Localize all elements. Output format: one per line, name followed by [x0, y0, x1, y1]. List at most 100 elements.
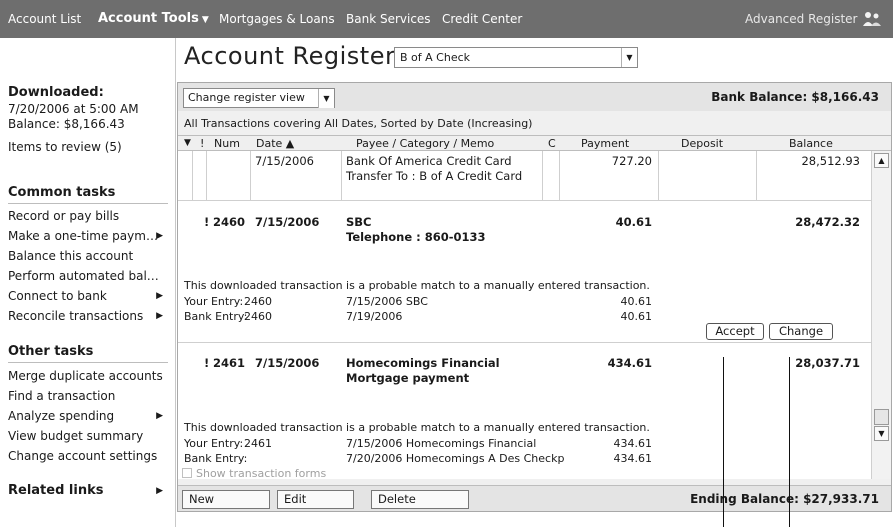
your-entry-amount: 40.61	[620, 295, 653, 308]
match-note: This downloaded transaction is a probabl…	[184, 421, 650, 434]
items-to-review-link[interactable]: Items to review (5)	[8, 140, 122, 154]
chevron-down-icon[interactable]: ▼	[621, 48, 637, 67]
bank-entry-desc: 7/19/2006	[346, 310, 403, 323]
account-select-value: B of A Check	[400, 51, 471, 64]
row-divider	[178, 200, 871, 201]
other-tasks-divider	[8, 362, 168, 363]
col-cleared[interactable]: C	[548, 137, 556, 150]
menu-credit-center[interactable]: Credit Center	[442, 12, 522, 26]
submenu-arrow-icon: ▶	[156, 311, 163, 321]
scroll-thumb[interactable]	[874, 409, 889, 425]
checkbox-icon[interactable]	[182, 468, 192, 478]
filter-description: All Transactions covering All Dates, Sor…	[184, 117, 533, 130]
advanced-register-link[interactable]: Advanced Register	[745, 12, 858, 26]
show-transaction-forms-label: Show transaction forms	[196, 467, 327, 480]
your-entry-desc: 7/15/2006 Homecomings Financial	[346, 437, 537, 450]
top-menu-bar: Account List Account Tools ▼ Mortgages & …	[0, 0, 893, 38]
task-connect-to-bank[interactable]: Connect to bank	[8, 289, 107, 303]
col-num[interactable]: Num	[214, 137, 240, 150]
txn-alert-icon: !	[204, 356, 210, 370]
new-button[interactable]: New	[182, 490, 270, 509]
register-panel: Change register view ▼ Bank Balance: $8,…	[177, 82, 892, 512]
account-select[interactable]: B of A Check ▼	[394, 47, 638, 68]
edit-button[interactable]: Edit	[277, 490, 354, 509]
delete-button[interactable]: Delete	[371, 490, 469, 509]
change-button[interactable]: Change	[769, 323, 833, 340]
col-payment[interactable]: Payment	[581, 137, 629, 150]
bank-entry-amount: 434.61	[613, 452, 653, 465]
txn-payee: Homecomings Financial	[346, 356, 500, 370]
bank-entry-label: Bank Entry:	[184, 310, 248, 323]
bank-balance: Bank Balance: $8,166.43	[711, 90, 879, 104]
task-automated-balance[interactable]: Perform automated bal…	[8, 269, 159, 283]
task-find-transaction[interactable]: Find a transaction	[8, 389, 115, 403]
txn-category: Telephone : 860-0133	[346, 230, 486, 244]
col-date[interactable]: Date ▲	[256, 137, 294, 150]
col-balance[interactable]: Balance	[789, 137, 833, 150]
txn-balance: 28,472.32	[795, 215, 860, 229]
callout-line-accept	[723, 357, 724, 527]
sidebar: Downloaded: 7/20/2006 at 5:00 AM Balance…	[0, 38, 176, 527]
menu-account-tools[interactable]: Account Tools ▼	[98, 11, 209, 26]
txn-payee: Bank Of America Credit Card	[346, 154, 512, 168]
cell-divider	[559, 151, 560, 200]
flag-column-icon[interactable]: ▼	[184, 138, 191, 148]
downloaded-balance: Balance: $8,166.43	[8, 117, 125, 131]
register-toolbar: Change register view ▼ Bank Balance: $8,…	[178, 83, 891, 111]
register-footer: New Edit Delete Ending Balance: $27,933.…	[178, 485, 891, 511]
task-merge-duplicates[interactable]: Merge duplicate accounts	[8, 369, 163, 383]
cell-divider	[756, 151, 757, 200]
task-reconcile[interactable]: Reconcile transactions	[8, 309, 143, 323]
view-select-value: Change register view	[188, 91, 305, 104]
related-links-heading[interactable]: Related links	[8, 483, 103, 498]
txn-date: 7/15/2006	[255, 154, 314, 168]
task-view-budget[interactable]: View budget summary	[8, 429, 143, 443]
cell-divider	[542, 151, 543, 200]
txn-payment: 727.20	[611, 154, 652, 168]
scroll-down-icon[interactable]: ▼	[874, 426, 889, 441]
advanced-register-icon[interactable]	[861, 9, 883, 29]
txn-balance: 28,037.71	[795, 356, 860, 370]
menu-account-tools-label: Account Tools	[98, 11, 199, 26]
show-transaction-forms-checkbox[interactable]: Show transaction forms	[182, 467, 326, 480]
txn-category: Transfer To : B of A Credit Card	[346, 169, 523, 183]
scroll-up-icon[interactable]: ▲	[874, 153, 889, 168]
submenu-arrow-icon: ▶	[156, 291, 163, 301]
txn-num: 2460	[213, 215, 246, 229]
cell-divider	[192, 151, 193, 200]
menu-account-list[interactable]: Account List	[8, 12, 81, 26]
task-balance-account[interactable]: Balance this account	[8, 249, 133, 263]
bank-entry-amount: 40.61	[620, 310, 653, 323]
view-select[interactable]: Change register view ▼	[183, 88, 335, 108]
txn-category: Mortgage payment	[346, 371, 470, 385]
common-tasks-heading: Common tasks	[8, 185, 116, 200]
txn-balance: 28,512.93	[801, 154, 860, 168]
ending-balance: Ending Balance: $27,933.71	[690, 492, 879, 506]
your-entry-desc: 7/15/2006 SBC	[346, 295, 428, 308]
cell-divider	[658, 151, 659, 200]
other-tasks-heading: Other tasks	[8, 344, 94, 359]
col-deposit[interactable]: Deposit	[681, 137, 723, 150]
callout-line-change	[789, 357, 790, 527]
col-payee[interactable]: Payee / Category / Memo	[356, 137, 494, 150]
task-record-pay-bills[interactable]: Record or pay bills	[8, 209, 119, 223]
task-analyze-spending[interactable]: Analyze spending	[8, 409, 114, 423]
accept-button[interactable]: Accept	[706, 323, 764, 340]
bank-entry-num: 2460	[244, 310, 272, 323]
col-alert[interactable]: !	[200, 137, 204, 150]
cell-divider	[341, 151, 342, 200]
submenu-arrow-icon: ▶	[156, 411, 163, 421]
task-one-time-payment[interactable]: Make a one-time paym…	[8, 229, 158, 243]
your-entry-label: Your Entry:	[184, 437, 244, 450]
chevron-down-icon[interactable]: ▼	[318, 89, 334, 108]
task-change-settings[interactable]: Change account settings	[8, 449, 157, 463]
txn-payment: 434.61	[607, 356, 652, 370]
row-divider	[178, 342, 871, 343]
menu-bank-services[interactable]: Bank Services	[346, 12, 431, 26]
vertical-scrollbar[interactable]: ▲ ▼	[871, 151, 891, 479]
column-header-row: ▼ ! Num Date ▲ Payee / Category / Memo C…	[178, 135, 891, 151]
txn-date: 7/15/2006	[255, 356, 320, 370]
your-entry-label: Your Entry:	[184, 295, 244, 308]
menu-mortgages-loans[interactable]: Mortgages & Loans	[219, 12, 335, 26]
downloaded-time: 7/20/2006 at 5:00 AM	[8, 102, 139, 116]
